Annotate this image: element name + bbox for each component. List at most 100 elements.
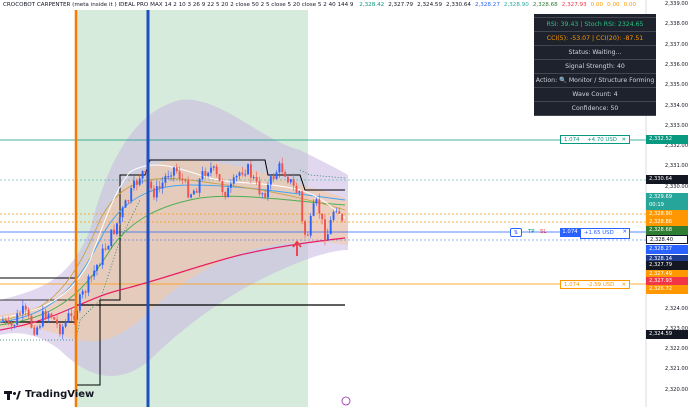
cci-row: CCI(5): -53.07 | CCI(20): -87.51 <box>534 32 656 46</box>
candle-body <box>53 317 56 320</box>
candle-body <box>59 324 61 335</box>
price-tick-label: 2,337.00 <box>664 41 688 48</box>
candle-body <box>150 181 153 189</box>
candle-body <box>39 326 41 328</box>
candle-body <box>284 172 287 177</box>
close-icon[interactable]: ✕ <box>621 136 626 145</box>
header-value: 2,328.27 <box>474 2 500 8</box>
position-toggle-icon[interactable]: ⇅ <box>510 228 522 237</box>
candle-body <box>295 185 298 193</box>
candle-body <box>232 177 235 184</box>
candle-body <box>218 174 221 182</box>
candle-body <box>341 213 344 221</box>
candle-body <box>13 324 16 326</box>
close-icon[interactable]: ✕ <box>622 228 627 237</box>
close-icon[interactable]: ✕ <box>621 281 626 290</box>
take-profit-label[interactable]: 1.074 +4.70 USD ✕ <box>560 135 630 144</box>
candle-body <box>190 194 192 198</box>
candle-body <box>230 183 232 188</box>
price-tick-label: 2,335.00 <box>664 82 688 89</box>
candle-body <box>33 327 36 335</box>
candle-body <box>332 211 335 220</box>
candle-body <box>81 291 84 295</box>
candle-body <box>275 172 278 179</box>
candle-body <box>19 313 21 315</box>
candle-body <box>192 190 195 195</box>
stop-loss-label[interactable]: 1.074 -2.59 USD ✕ <box>560 280 630 289</box>
tp-button[interactable]: TP <box>528 228 535 237</box>
candle-body <box>326 234 329 241</box>
tradingview-logo[interactable]: TradingView <box>4 389 94 400</box>
candle-body <box>50 313 53 318</box>
header-value: 0.00 <box>623 2 637 8</box>
candle-body <box>155 186 158 198</box>
candle-body <box>272 176 275 179</box>
candle-body <box>2 319 4 321</box>
action-row: Action: 🔍 Monitor / Structure Forming <box>534 74 656 88</box>
candle-body <box>215 166 218 175</box>
indicator-values: 2,328.42 2,327.79 2,324.59 2,330.64 2,328.27… <box>359 2 640 8</box>
candle-body <box>221 181 224 192</box>
candle-body <box>61 326 64 335</box>
candle-body <box>144 170 147 173</box>
candle-body <box>224 191 227 198</box>
header-value: 0.00 <box>607 2 620 8</box>
candle-body <box>36 327 39 335</box>
header-value: 0.00 <box>590 2 604 8</box>
confidence-row: Confidence: 50 <box>534 102 656 116</box>
indicator-title: CROCOBOT CARPENTER (meta inside it ) IDE… <box>3 2 354 8</box>
price-tick-label: 2,322.00 <box>664 346 688 353</box>
candle-body <box>21 305 24 314</box>
candle-body <box>16 313 19 325</box>
price-tag: 2,328.27 <box>646 245 688 254</box>
chart-area[interactable]: CROCOBOT CARPENTER (meta inside it ) IDE… <box>0 0 690 407</box>
candle-body <box>10 321 13 326</box>
candle-body <box>301 191 304 222</box>
candle-body <box>4 319 7 322</box>
candle-body <box>287 176 289 183</box>
status-row: Status: Waiting... <box>534 46 656 60</box>
price-tick-label: 2,336.00 <box>664 61 688 68</box>
price-tick-label: 2,321.00 <box>664 366 688 373</box>
candle-body <box>87 276 90 293</box>
tradingview-logo-icon <box>4 390 22 400</box>
wave-count-row: Wave Count: 4 <box>534 88 656 102</box>
candle-body <box>127 200 130 202</box>
header-value: 2,328.68 <box>532 2 558 8</box>
candle-body <box>56 319 59 325</box>
candle-body <box>78 294 81 311</box>
candle-body <box>255 177 258 182</box>
tradingview-wordmark: TradingView <box>25 389 95 400</box>
rsi-stoch-row: RSI: 39.43 | Stoch RSI: 2324.65 <box>534 18 656 32</box>
candle-body <box>164 176 167 183</box>
position-entry-label[interactable]: ⇅ TP SL 1.074 +1.65 USD ✕ <box>510 228 630 239</box>
candle-body <box>175 167 178 172</box>
price-tick-label: 2,339.00 <box>664 1 688 7</box>
header-value: 2,324.59 <box>417 2 443 8</box>
candle-body <box>312 203 315 216</box>
sl-button[interactable]: SL <box>540 228 546 237</box>
candle-body <box>41 311 44 327</box>
candle-body <box>178 171 181 179</box>
candle-body <box>309 215 312 236</box>
candle-body <box>292 179 295 186</box>
candle-body <box>121 207 124 218</box>
candle-body <box>324 219 326 241</box>
price-tick-label: 2,338.00 <box>664 21 688 28</box>
candle-body <box>93 270 96 277</box>
candle-body <box>201 171 204 180</box>
candle-body <box>235 175 238 178</box>
candle-body <box>281 163 284 173</box>
candle-body <box>252 177 255 179</box>
candle-body <box>241 172 244 175</box>
price-tag: 2,327.79 <box>646 261 688 270</box>
signal-strength-row: Signal Strength: 40 <box>534 60 656 74</box>
candle-body <box>173 167 175 176</box>
price-tag: 2,328.40 <box>646 235 688 244</box>
price-tick-label: 2,324.00 <box>664 305 688 312</box>
candle-body <box>47 313 50 319</box>
price-tick-label: 2,331.00 <box>664 163 688 170</box>
candle-body <box>244 174 247 176</box>
candle-body <box>70 313 73 316</box>
candle-body <box>84 291 87 293</box>
